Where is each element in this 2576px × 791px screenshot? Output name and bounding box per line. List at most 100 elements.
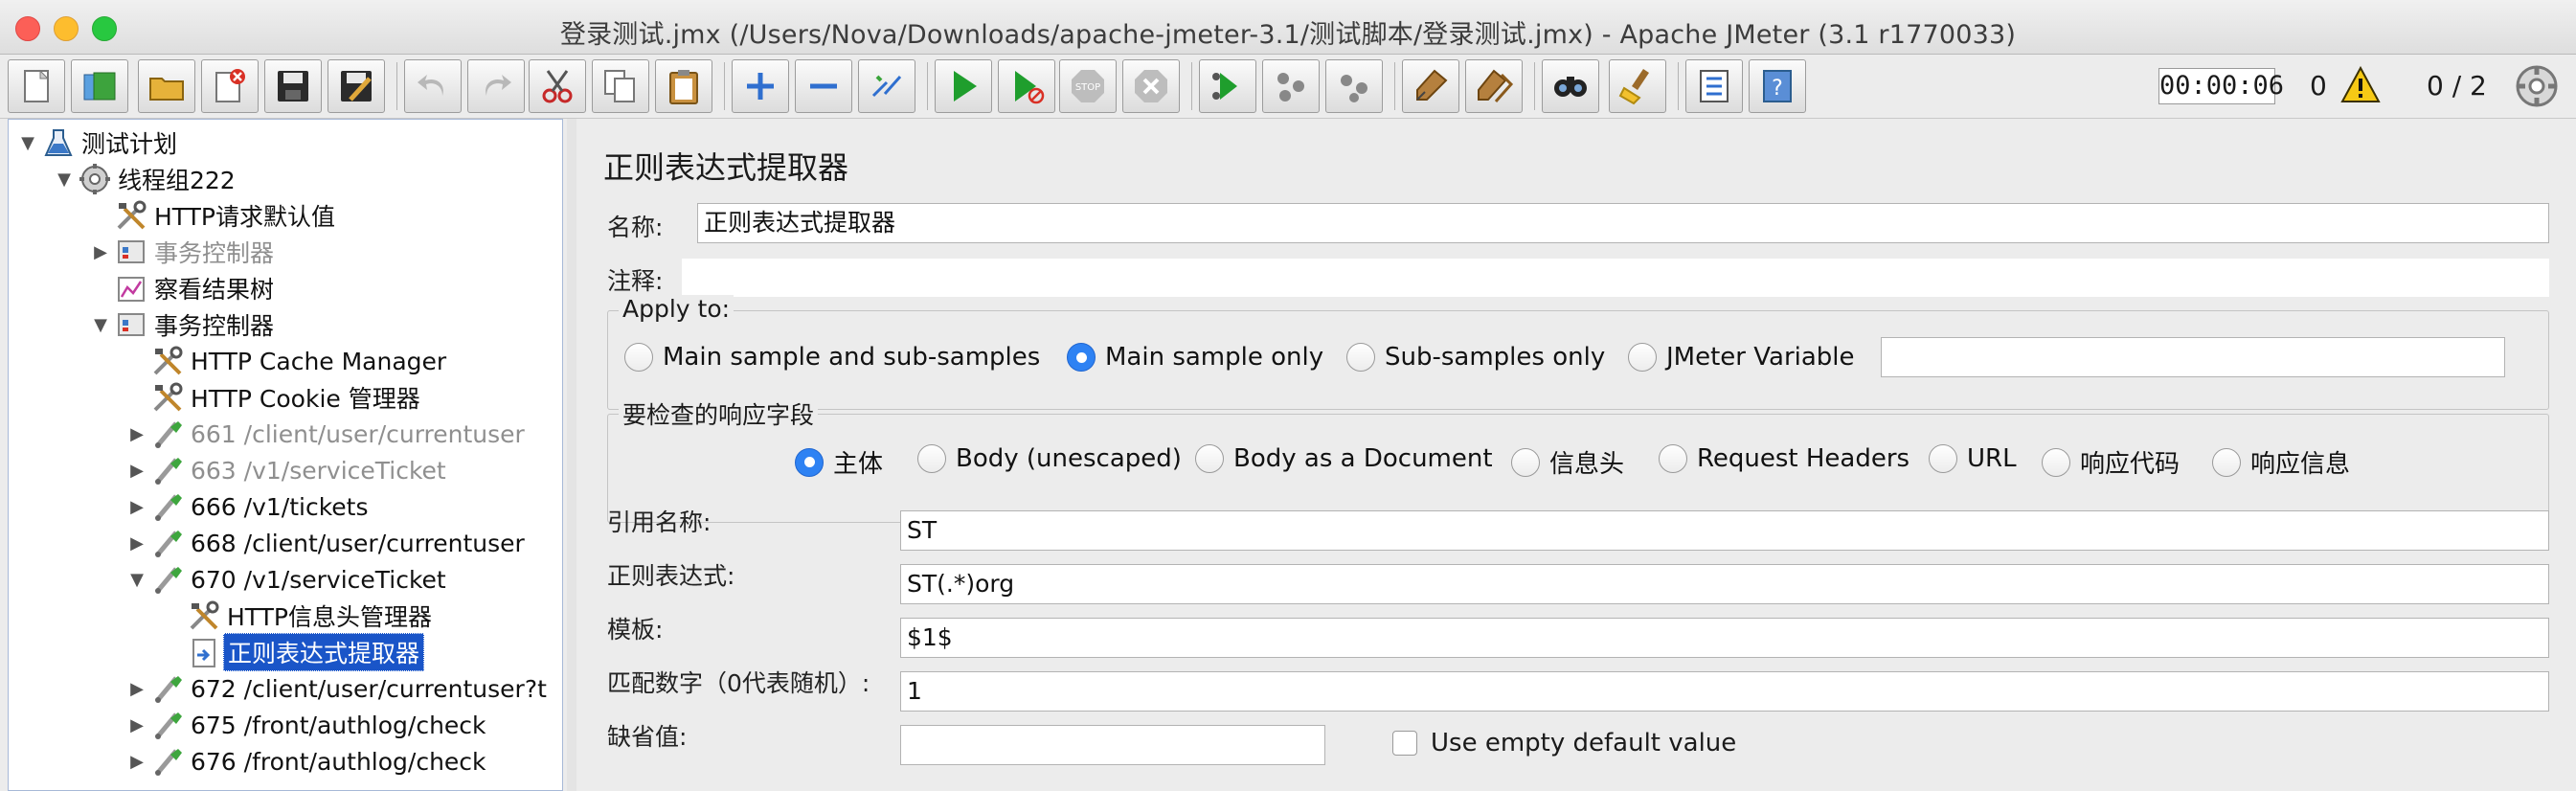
tree-node[interactable]: ▶ 668 /client/user/currentuser (125, 526, 529, 560)
tree-node[interactable]: ▶ 672 /client/user/currentuser?t (125, 671, 551, 706)
cut-button[interactable] (529, 59, 586, 113)
paste-button[interactable] (655, 59, 712, 113)
field-to-check-radio[interactable]: 信息头 (1511, 444, 1624, 480)
tree-node-label: 663 /v1/serviceTicket (191, 456, 446, 485)
shutdown-button[interactable] (1122, 59, 1180, 113)
help-button[interactable]: ? (1749, 59, 1806, 113)
default-value-field[interactable] (900, 725, 1325, 765)
tree-node[interactable]: HTTP信息头管理器 (162, 599, 436, 633)
apply-to-radio[interactable]: Main sample only (1067, 343, 1323, 372)
collapsed-arrow-icon[interactable]: ▶ (125, 424, 148, 444)
stop-button[interactable]: STOP (1059, 59, 1117, 113)
clear-button[interactable] (1402, 59, 1459, 113)
collapsed-arrow-icon[interactable]: ▶ (89, 242, 112, 262)
expanded-arrow-icon[interactable]: ▼ (53, 170, 76, 190)
tree-node[interactable]: HTTP Cookie 管理器 (125, 380, 424, 415)
collapse-button[interactable] (795, 59, 852, 113)
name-field[interactable]: 正则表达式提取器 (697, 203, 2549, 243)
field-to-check-radio[interactable]: 主体 (795, 444, 883, 480)
tree-node[interactable]: ▼ 670 /v1/serviceTicket (125, 562, 450, 597)
tree-node[interactable]: 察看结果树 (89, 271, 278, 305)
start-button[interactable] (935, 59, 992, 113)
regex-field[interactable]: ST(.*)org (900, 564, 2549, 604)
field-to-check-radio[interactable]: Request Headers (1659, 444, 1909, 473)
tree-node[interactable]: ▶ 666 /v1/tickets (125, 489, 373, 524)
tree-node[interactable]: ▶ 663 /v1/serviceTicket (125, 453, 450, 487)
jmeter-variable-field[interactable] (1881, 337, 2505, 377)
expand-button[interactable] (732, 59, 789, 113)
template-field[interactable]: $1$ (900, 618, 2549, 658)
tree-node[interactable]: ▼ 测试计划 (16, 125, 181, 160)
expanded-arrow-icon[interactable]: ▼ (125, 570, 148, 590)
field-to-check-radio[interactable]: Body (unescaped) (917, 444, 1182, 473)
expanded-arrow-icon[interactable]: ▼ (89, 315, 112, 335)
close-icon (215, 69, 245, 102)
close-button[interactable] (201, 59, 259, 113)
tree-node[interactable]: ▶ 675 /front/authlog/check (125, 708, 490, 742)
radio-dot[interactable] (795, 447, 824, 477)
panel-title: 正则表达式提取器 (603, 149, 849, 186)
warning-icon[interactable] (2340, 66, 2381, 104)
apply-to-radio[interactable]: Sub-samples only (1346, 343, 1605, 372)
radio-dot[interactable] (1346, 343, 1375, 372)
match-no-field[interactable]: 1 (900, 671, 2549, 712)
help-icon: ? (1763, 70, 1792, 102)
radio-dot[interactable] (917, 444, 946, 473)
split-pane-divider[interactable] (567, 119, 576, 791)
remote-stop-button[interactable] (1262, 59, 1320, 113)
collapsed-arrow-icon[interactable]: ▶ (125, 461, 148, 481)
radio-dot[interactable] (624, 343, 653, 372)
tree-node[interactable]: HTTP请求默认值 (89, 198, 339, 233)
field-to-check-radio[interactable]: 响应信息 (2212, 444, 2350, 480)
apply-to-radio[interactable]: JMeter Variable (1628, 343, 1855, 372)
expanded-arrow-icon[interactable]: ▼ (16, 133, 39, 153)
clear-all-button[interactable] (1465, 59, 1523, 113)
toggle-button[interactable] (858, 59, 915, 113)
open-button[interactable] (138, 59, 195, 113)
collapsed-arrow-icon[interactable]: ▶ (125, 497, 148, 517)
redo-button[interactable] (467, 59, 525, 113)
templates-button[interactable] (71, 59, 128, 113)
use-empty-default-checkbox[interactable]: Use empty default value (1392, 729, 1736, 757)
tree-node[interactable]: 正则表达式提取器 (162, 633, 425, 671)
comment-field[interactable] (682, 259, 2549, 297)
remote-shutdown-button[interactable] (1325, 59, 1383, 113)
function-helper-button[interactable] (1685, 59, 1743, 113)
radio-dot[interactable] (2042, 447, 2070, 477)
new-button[interactable] (8, 59, 65, 113)
reset-search-button[interactable] (1609, 59, 1666, 113)
tree-node[interactable]: ▼ 线程组222 (53, 162, 239, 196)
tree-node[interactable]: HTTP Cache Manager (125, 344, 450, 378)
save-as-button[interactable] (328, 59, 385, 113)
tree-node-label: 察看结果树 (154, 276, 275, 304)
collapsed-arrow-icon[interactable]: ▶ (125, 752, 148, 772)
remote-start-button[interactable] (1199, 59, 1256, 113)
field-to-check-radio[interactable]: URL (1929, 444, 2017, 473)
tree-node[interactable]: ▼ 事务控制器 (89, 307, 278, 342)
collapsed-arrow-icon[interactable]: ▶ (125, 533, 148, 554)
radio-dot[interactable] (1659, 444, 1687, 473)
copy-button[interactable] (592, 59, 649, 113)
collapsed-arrow-icon[interactable]: ▶ (125, 715, 148, 735)
apply-to-title: Apply to: (619, 295, 734, 323)
field-to-check-radio[interactable]: Body as a Document (1195, 444, 1493, 473)
undo-button[interactable] (404, 59, 462, 113)
radio-dot[interactable] (1195, 444, 1224, 473)
tree-node[interactable]: ▶ 661 /client/user/currentuser (125, 417, 529, 451)
radio-dot[interactable] (2212, 447, 2241, 477)
test-plan-tree[interactable]: ▼ 测试计划 ▼ 线程组222 HTTP请求默认值 ▶ 事务控制器 察看结果树 ▼ 事务控制器 HT… (8, 119, 563, 791)
field-to-check-radio[interactable]: 响应代码 (2042, 444, 2180, 480)
start-no-pause-button[interactable] (998, 59, 1055, 113)
radio-dot[interactable] (1511, 447, 1540, 477)
radio-dot[interactable] (1067, 343, 1096, 372)
tree-node[interactable]: ▶ 676 /front/authlog/check (125, 744, 490, 779)
collapsed-arrow-icon[interactable]: ▶ (125, 679, 148, 699)
search-button[interactable] (1542, 59, 1599, 113)
checkbox-box[interactable] (1392, 731, 1417, 756)
save-button[interactable] (264, 59, 322, 113)
ref-name-field[interactable]: ST (900, 510, 2549, 551)
tree-node[interactable]: ▶ 事务控制器 (89, 235, 278, 269)
apply-to-radio[interactable]: Main sample and sub-samples (624, 343, 1040, 372)
radio-dot[interactable] (1929, 444, 1957, 473)
radio-dot[interactable] (1628, 343, 1657, 372)
